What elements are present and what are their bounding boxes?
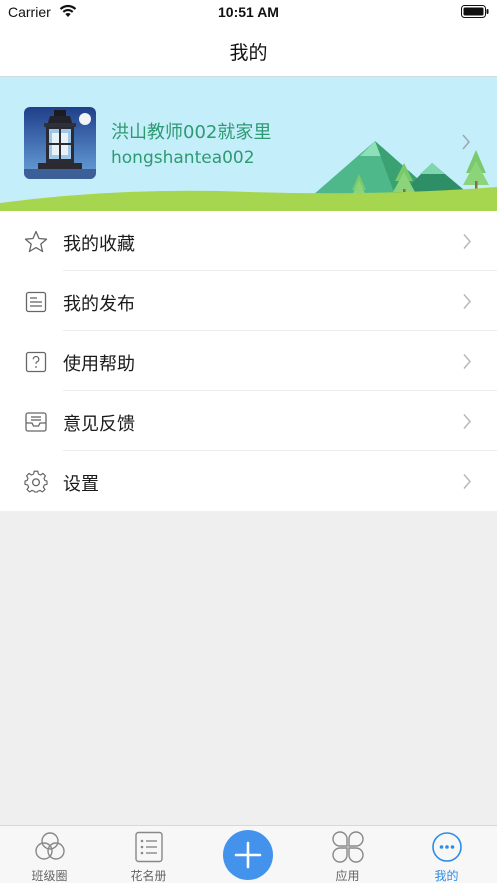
chevron-right-icon (463, 474, 471, 489)
document-icon (25, 291, 47, 313)
chevron-right-icon (462, 134, 470, 150)
help-icon (25, 351, 47, 373)
chevron-right-icon (463, 234, 471, 249)
tab-apps[interactable]: 应用 (298, 826, 397, 883)
tab-bar: 班级圈 花名册 应用 我的 (0, 825, 497, 883)
apps-clover-icon (332, 831, 364, 863)
tab-mine[interactable]: 我的 (397, 826, 496, 883)
more-dots-icon (432, 832, 462, 862)
profile-banner[interactable]: 洪山教师002就家里 hongshantea002 (0, 77, 497, 211)
menu-item-label: 设置 (63, 474, 99, 495)
tab-roster[interactable]: 花名册 (99, 826, 198, 883)
tab-label: 班级圈 (31, 869, 68, 883)
menu-item-label: 使用帮助 (63, 354, 135, 375)
chevron-right-icon (463, 414, 471, 429)
menu-item-help[interactable]: 使用帮助 (0, 331, 497, 391)
navigation-bar: 我的 (0, 26, 497, 77)
feedback-inbox-icon (25, 412, 47, 432)
star-icon (24, 230, 48, 253)
tab-class-circle[interactable]: 班级圈 (0, 826, 99, 883)
gear-icon (24, 470, 48, 493)
menu-item-feedback[interactable]: 意见反馈 (0, 391, 497, 451)
menu-item-settings[interactable]: 设置 (0, 451, 497, 511)
chevron-right-icon (463, 294, 471, 309)
menu-item-label: 意见反馈 (63, 414, 135, 435)
circles-icon (35, 832, 65, 860)
profile-name: 洪山教师002就家里 (111, 122, 272, 143)
battery-icon (461, 5, 489, 18)
chevron-right-icon (463, 354, 471, 369)
avatar[interactable] (24, 107, 96, 179)
plus-icon (234, 841, 262, 869)
tab-label: 应用 (335, 869, 360, 883)
status-bar: Carrier 10:51 AM (0, 0, 497, 26)
tab-label: 花名册 (130, 869, 167, 883)
profile-username: hongshantea002 (111, 148, 255, 168)
lighthouse-avatar-image (24, 107, 96, 179)
menu-item-my-posts[interactable]: 我的发布 (0, 271, 497, 331)
menu-item-favorites[interactable]: 我的收藏 (0, 211, 497, 271)
roster-list-icon (135, 831, 163, 863)
menu-item-label: 我的收藏 (63, 234, 135, 255)
page-title: 我的 (229, 42, 268, 64)
tab-label: 我的 (434, 869, 459, 883)
add-button[interactable] (223, 830, 273, 880)
menu-list: 我的收藏 我的发布 使用帮助 意见反馈 设置 (0, 211, 497, 511)
status-time: 10:51 AM (218, 4, 279, 20)
menu-item-label: 我的发布 (63, 294, 135, 315)
